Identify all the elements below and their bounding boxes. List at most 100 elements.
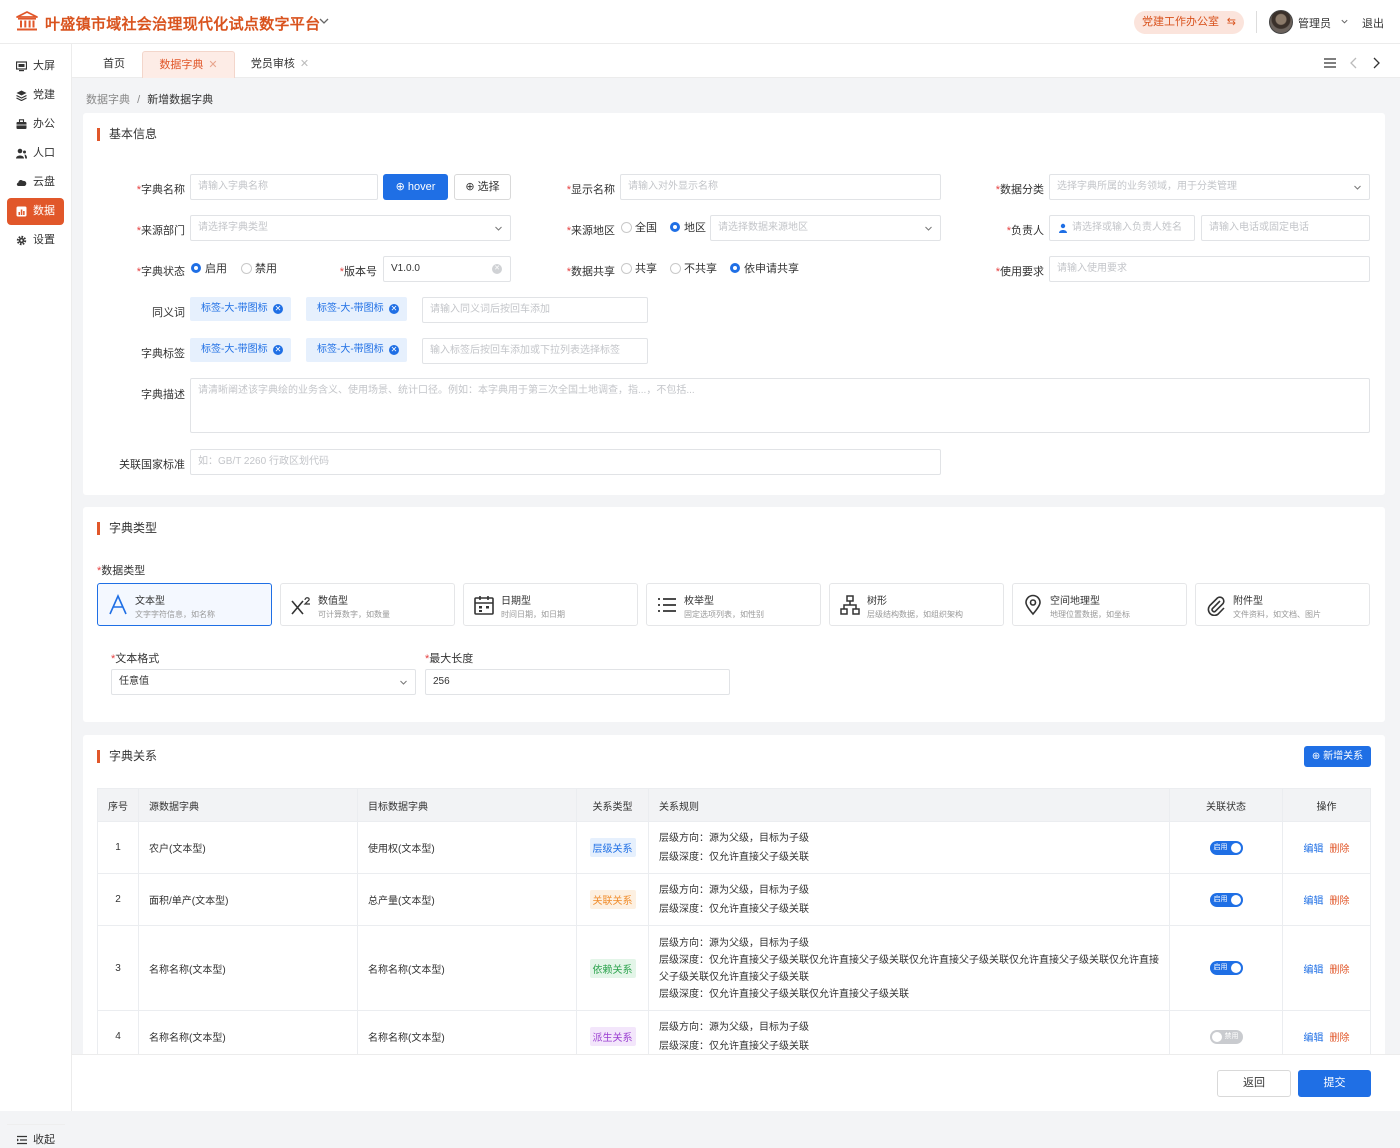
chevron-left-icon[interactable] (1348, 57, 1360, 69)
calendar-icon (474, 596, 494, 615)
source-dept-select[interactable]: 请选择字典类型 (190, 215, 511, 241)
menu-icon[interactable] (1324, 57, 1336, 69)
type-card-enum[interactable]: 枚举型 固定选项列表，如性别 (646, 583, 821, 626)
delete-link[interactable]: 删除 (1330, 896, 1350, 907)
app-title: 叶盛镇市域社会治理现代化试点数字平台 (45, 16, 321, 33)
edit-link[interactable]: 编辑 (1304, 1033, 1324, 1044)
header-divider (1256, 11, 1257, 33)
submit-button[interactable]: 提交 (1298, 1070, 1371, 1097)
version-input[interactable]: V1.0.0 ✕ (383, 256, 511, 282)
briefcase-icon (16, 119, 27, 129)
standard-input[interactable]: 如：GB/T 2260 行政区划代码 (190, 449, 941, 475)
delete-link[interactable]: 删除 (1330, 965, 1350, 976)
close-icon[interactable]: ✕ (389, 345, 399, 355)
status-toggle[interactable]: 启用 (1209, 961, 1243, 975)
source-area-select[interactable]: 请选择数据来源地区 (710, 215, 941, 241)
tab-member-review[interactable]: 党员审核 ✕ (240, 51, 320, 78)
col-target: 目标数据字典 (357, 788, 577, 822)
dict-tag-input[interactable]: 输入标签后按回车添加或下拉列表选择标签 (422, 338, 648, 364)
edit-link[interactable]: 编辑 (1304, 844, 1324, 855)
display-name-label: *显示名称 (566, 184, 615, 196)
status-toggle[interactable]: 禁用 (1209, 1029, 1243, 1044)
close-icon[interactable]: ✕ (208, 59, 217, 71)
synonym-tag: 标签-大-带图标 ✕ (306, 297, 407, 321)
tree-icon (840, 595, 860, 615)
usage-input[interactable]: 请输入使用要求 (1049, 256, 1370, 282)
tab-home[interactable]: 首页 (86, 51, 142, 78)
delete-link[interactable]: 删除 (1330, 1033, 1350, 1044)
user-icon (1059, 223, 1067, 233)
add-relation-button[interactable]: ⊕ 新增关系 (1304, 746, 1371, 767)
hover-button[interactable]: ⊕ hover (383, 174, 448, 200)
radio-enable[interactable]: 启用 (191, 263, 227, 275)
tab-data-dictionary[interactable]: 数据字典 ✕ (142, 51, 235, 78)
source-area-label: *来源地区 (566, 225, 615, 237)
clear-icon[interactable]: ✕ (492, 264, 502, 274)
description-textarea[interactable]: 请清晰阐述该字典绘的业务含义、使用场景、统计口径。例如：本字典用于第三次全国土地… (190, 378, 1370, 433)
footer-bar: 返回 提交 (72, 1054, 1400, 1111)
sidebar-item-screen[interactable]: 大屏 (7, 53, 64, 80)
synonyms-label: 同义词 (152, 307, 185, 319)
radio-region[interactable]: 地区 (670, 222, 706, 234)
owner-phone-input[interactable]: 请输入电话或固定电话 (1201, 215, 1370, 241)
close-icon[interactable]: ✕ (273, 304, 283, 314)
max-length-input[interactable]: 256 (425, 669, 730, 695)
back-button[interactable]: 返回 (1217, 1070, 1291, 1097)
delete-link[interactable]: 删除 (1330, 844, 1350, 855)
category-select[interactable]: 选择字典所属的业务领域，用于分类管理 (1049, 174, 1370, 200)
relations-table: 序号 源数据字典 目标数据字典 关系类型 关系规则 关联状态 操作 1 农户(文… (97, 788, 1371, 1063)
status-label: *字典状态 (136, 266, 185, 278)
dict-name-input[interactable]: 请输入字典名称 (190, 174, 378, 200)
type-card-number[interactable]: 数值型 可计算数字，如数量 (280, 583, 455, 626)
avatar[interactable] (1269, 10, 1293, 34)
close-icon[interactable]: ✕ (389, 304, 399, 314)
type-card-tree[interactable]: 树形 层级结构数据，如组织架构 (829, 583, 1004, 626)
type-card-attachment[interactable]: 附件型 文件资料，如文档、图片 (1195, 583, 1370, 626)
radio-nationwide[interactable]: 全国 (621, 222, 657, 234)
section-title-basic: 基本信息 (97, 128, 157, 141)
radio-share[interactable]: 共享 (621, 263, 657, 275)
relation-type-tag: 依赖关系 (589, 958, 636, 978)
switch-icon: ⇆ (1226, 16, 1236, 28)
breadcrumb-parent[interactable]: 数据字典 (86, 94, 130, 106)
radio-on-request[interactable]: 依申请共享 (730, 263, 799, 275)
radio-disable[interactable]: 禁用 (241, 263, 277, 275)
chevron-right-icon[interactable] (1370, 57, 1382, 69)
type-card-text[interactable]: 文本型 文字字符信息，如名称 (97, 583, 272, 626)
collapse-menu-icon (17, 1135, 27, 1145)
sidebar-item-cloud[interactable]: 云盘 (7, 169, 64, 196)
government-building-icon (16, 11, 38, 31)
sidebar-item-settings[interactable]: 设置 (7, 227, 64, 254)
close-icon[interactable]: ✕ (300, 58, 309, 70)
chevron-down-icon[interactable] (318, 15, 330, 27)
top-header: 叶盛镇市域社会治理现代化试点数字平台 党建工作办公室 ⇆ 管理员 退出 (0, 0, 1400, 44)
plus-circle-icon: ⊕ (395, 181, 405, 193)
sidebar-item-party[interactable]: 党建 (7, 82, 64, 109)
chevron-down-icon (925, 226, 932, 231)
list-icon (658, 598, 676, 612)
sidebar-item-data[interactable]: 数据 (7, 198, 64, 225)
logout-button[interactable]: 退出 (1362, 15, 1384, 31)
synonym-input[interactable]: 请输入同义词后按回车添加 (422, 297, 648, 323)
type-card-date[interactable]: 日期型 时间日期，如日期 (463, 583, 638, 626)
type-card-geo[interactable]: 空间地理型 地理位置数据，如坐标 (1012, 583, 1187, 626)
user-name[interactable]: 管理员 (1298, 15, 1331, 31)
status-toggle[interactable]: 启用 (1209, 892, 1243, 907)
close-icon[interactable]: ✕ (273, 345, 283, 355)
sidebar-item-population[interactable]: 人口 (7, 140, 64, 167)
radio-no-share[interactable]: 不共享 (670, 263, 717, 275)
sidebar-item-office[interactable]: 办公 (7, 111, 64, 138)
owner-input[interactable]: 请选择或输入负责人姓名 (1049, 215, 1195, 241)
edit-link[interactable]: 编辑 (1304, 965, 1324, 976)
max-length-label: *最大长度 (425, 653, 474, 665)
chevron-down-icon[interactable] (1340, 17, 1349, 26)
owner-label: *负责人 (1006, 225, 1044, 237)
text-a-icon (109, 594, 127, 615)
text-format-select[interactable]: 任意值 (111, 669, 416, 695)
status-toggle[interactable]: 启用 (1209, 840, 1243, 855)
office-switch-button[interactable]: 党建工作办公室 ⇆ (1134, 11, 1244, 34)
edit-link[interactable]: 编辑 (1304, 896, 1324, 907)
select-button[interactable]: ⊕ 选择 (454, 174, 511, 200)
display-name-input[interactable]: 请输入对外显示名称 (620, 174, 941, 200)
collapse-button[interactable]: 收起 (7, 1132, 64, 1148)
